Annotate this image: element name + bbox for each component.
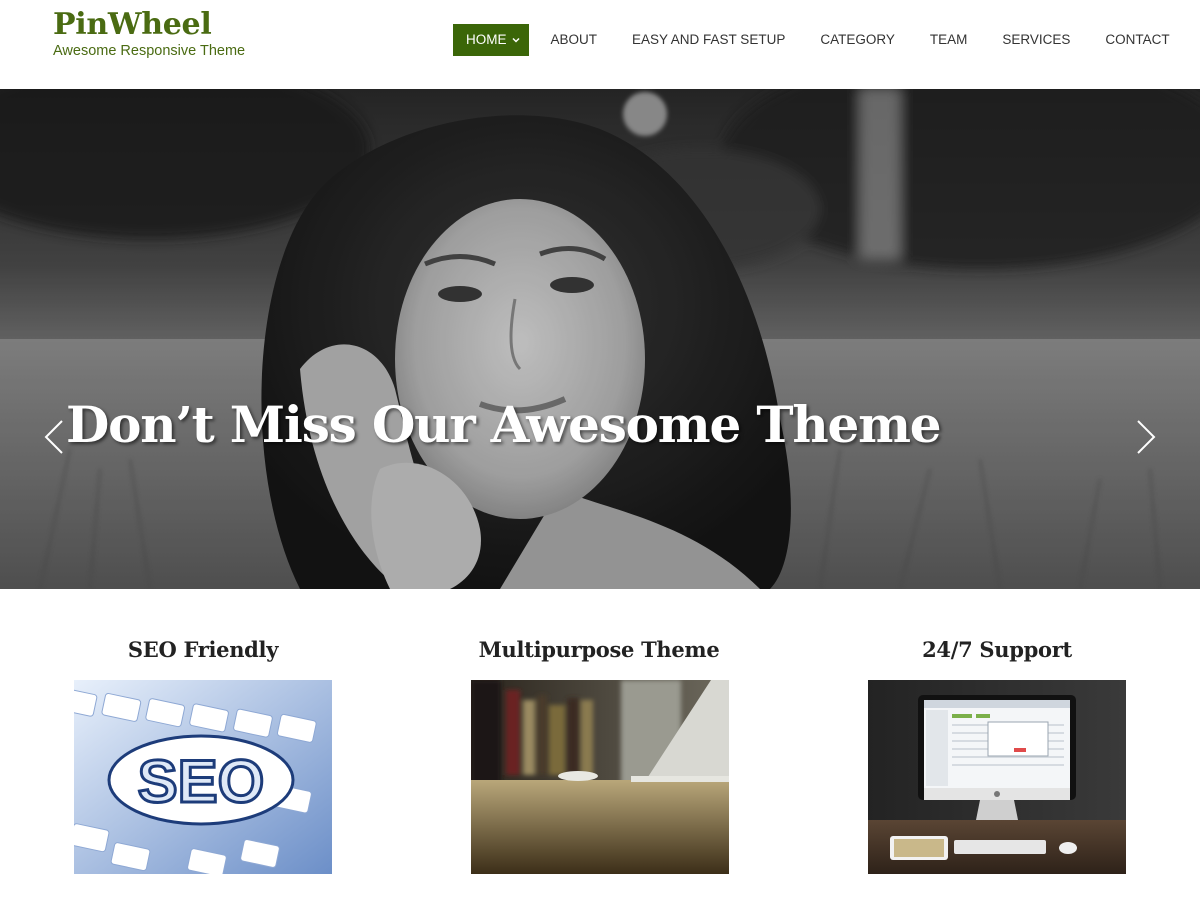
site-header: PinWheel Awesome Responsive Theme HOME A…	[0, 0, 1200, 89]
hero-slider: Don’t Miss Our Awesome Theme	[0, 89, 1200, 589]
feature-title: SEO Friendly	[127, 637, 279, 662]
site-tagline: Awesome Responsive Theme	[53, 43, 246, 59]
site-branding: PinWheel Awesome Responsive Theme	[53, 8, 246, 60]
seo-image-text: SEO	[138, 748, 265, 815]
desk-laptop-image[interactable]	[471, 680, 729, 874]
feature-title: Multipurpose Theme	[478, 637, 720, 662]
seo-keyboard-image[interactable]: SEO	[74, 680, 332, 874]
chevron-down-icon	[511, 37, 520, 43]
features-section: SEO Friendly SEO Multipurpose Theme 24/7…	[0, 589, 1200, 900]
feature-title: 24/7 Support	[922, 637, 1072, 662]
nav-item-label: HOME	[466, 32, 507, 47]
nav-item-home[interactable]: HOME	[453, 24, 529, 56]
nav-item-services[interactable]: SERVICES	[1002, 24, 1070, 56]
nav-item-category[interactable]: CATEGORY	[820, 24, 895, 56]
nav-item-team[interactable]: TEAM	[930, 24, 968, 56]
site-title[interactable]: PinWheel	[53, 8, 245, 42]
main-navigation: HOME ABOUT EASY AND FAST SETUP CATEGORY …	[453, 24, 1170, 56]
slider-next-chevron-right-icon[interactable]	[1135, 419, 1157, 455]
hero-caption: Don’t Miss Our Awesome Theme	[66, 395, 942, 454]
slider-prev-chevron-left-icon[interactable]	[43, 419, 65, 455]
imac-desk-image[interactable]	[868, 680, 1126, 874]
nav-item-easy-setup[interactable]: EASY AND FAST SETUP	[632, 24, 785, 56]
nav-item-contact[interactable]: CONTACT	[1105, 24, 1169, 56]
hero-photo	[0, 89, 1200, 589]
nav-item-about[interactable]: ABOUT	[551, 24, 598, 56]
